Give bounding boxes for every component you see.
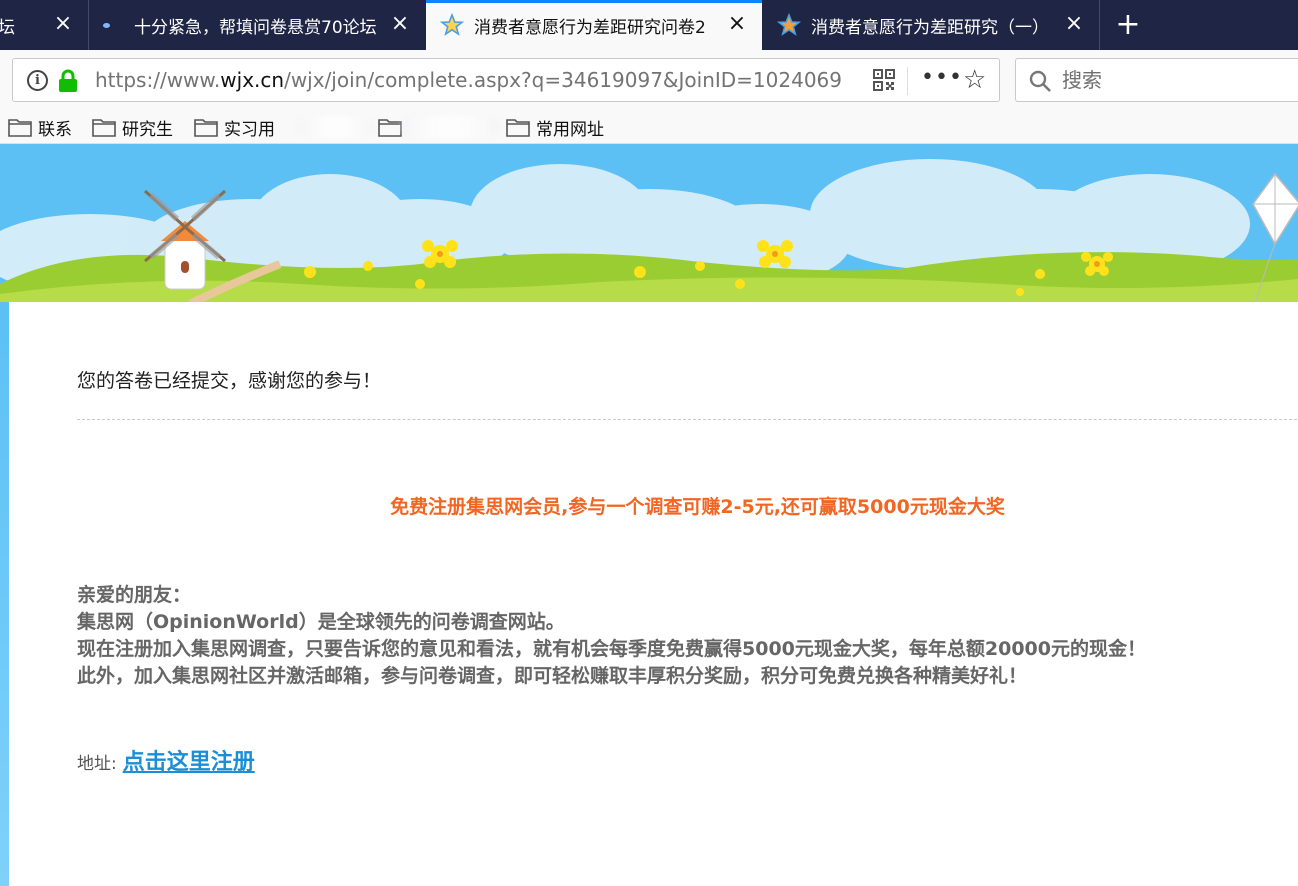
bookmark-star-icon[interactable]: ☆: [963, 65, 986, 95]
promo-headline: 免费注册集思网会员,参与一个调查可赚2-5元,还可赢取5000元现金大奖: [390, 496, 1005, 518]
tab-1[interactable]: 坛 ×: [0, 0, 88, 50]
url-text[interactable]: https://www.wjx.cn/wjx/join/complete.asp…: [95, 68, 855, 92]
tab-title: 消费者意愿行为差距研究问卷2: [474, 17, 706, 38]
nav-bar: i https://www.wjx.cn/wjx/join/complete.a…: [0, 50, 1298, 110]
close-icon[interactable]: ×: [1063, 13, 1085, 35]
bookmark-folder[interactable]: 研究生: [92, 114, 173, 140]
bookmark-label: 联系: [38, 119, 72, 140]
new-tab-button[interactable]: +: [1110, 6, 1146, 42]
bookmarks-toolbar: 联系 研究生 实习用 常用网址: [0, 110, 1298, 144]
divider: [77, 419, 1298, 420]
dot-icon: [103, 22, 110, 28]
tab-2[interactable]: 十分紧急，帮填问卷悬赏70论坛 ×: [89, 0, 425, 50]
tab-3[interactable]: 消费者意愿行为差距研究问卷2 ×: [426, 0, 762, 50]
tab-title: 消费者意愿行为差距研究（一）: [811, 17, 1049, 38]
greeting-text: 亲爱的朋友：: [77, 584, 192, 606]
page-actions-icon[interactable]: •••: [921, 65, 963, 90]
intro-line: 现在注册加入集思网调查，只要告诉您的意见和看法，就有机会每季度免费赢得5000元…: [77, 638, 1146, 660]
folder-icon: [92, 119, 116, 137]
search-input[interactable]: [1062, 66, 1282, 94]
star-icon: [440, 13, 464, 36]
close-icon[interactable]: ×: [726, 13, 748, 35]
tab-title: 十分紧急，帮填问卷悬赏70论坛: [134, 17, 377, 38]
intro-paragraph: 亲爱的朋友： 集思网（OpinionWorld）是全球领先的问卷调查网站。 现在…: [77, 582, 1146, 690]
folder-icon: [378, 119, 402, 137]
lock-icon[interactable]: [57, 69, 79, 93]
thanks-message: 您的答卷已经提交，感谢您的参与！: [77, 370, 382, 392]
bookmark-label: 实习用: [224, 119, 275, 140]
redacted-bookmark[interactable]: [400, 116, 500, 138]
tab-title: 坛: [0, 17, 15, 38]
register-link[interactable]: 点击这里注册: [123, 744, 255, 776]
redacted-bookmark[interactable]: [296, 116, 376, 138]
tab-4[interactable]: 消费者意愿行为差距研究（一） ×: [763, 0, 1099, 50]
address-label: 地址:: [77, 754, 117, 774]
banner-illustration: [0, 144, 1298, 304]
intro-line: 此外，加入集思网社区并激活邮箱，参与问卷调查，即可轻松赚取丰厚积分奖励，积分可免…: [77, 665, 1028, 687]
address-bar[interactable]: i https://www.wjx.cn/wjx/join/complete.a…: [12, 58, 1000, 102]
bookmark-folder[interactable]: 常用网址: [506, 114, 604, 140]
qr-code-icon[interactable]: [873, 69, 895, 91]
address-row: 地址: 点击这里注册: [77, 744, 255, 776]
info-icon[interactable]: i: [27, 70, 48, 91]
web-page: 您的答卷已经提交，感谢您的参与！ 免费注册集思网会员,参与一个调查可赚2-5元,…: [0, 144, 1298, 886]
bookmark-label: 研究生: [122, 119, 173, 140]
bookmark-folder[interactable]: 联系: [8, 114, 72, 140]
tab-bar: 坛 × 十分紧急，帮填问卷悬赏70论坛 × 消费者意愿行为差距研究问卷2 × 消…: [0, 0, 1298, 50]
folder-icon: [8, 119, 32, 137]
bookmark-folder[interactable]: 实习用: [194, 114, 275, 140]
bookmark-label: 常用网址: [536, 119, 604, 140]
star-icon: [777, 13, 801, 36]
content-panel: 您的答卷已经提交，感谢您的参与！ 免费注册集思网会员,参与一个调查可赚2-5元,…: [9, 302, 1298, 886]
folder-icon: [194, 119, 218, 137]
intro-line: 集思网（OpinionWorld）是全球领先的问卷调查网站。: [77, 611, 565, 633]
search-icon: [1029, 70, 1051, 92]
close-icon[interactable]: ×: [52, 13, 74, 35]
search-bar[interactable]: [1015, 58, 1298, 102]
close-icon[interactable]: ×: [389, 13, 411, 35]
folder-icon: [506, 119, 530, 137]
